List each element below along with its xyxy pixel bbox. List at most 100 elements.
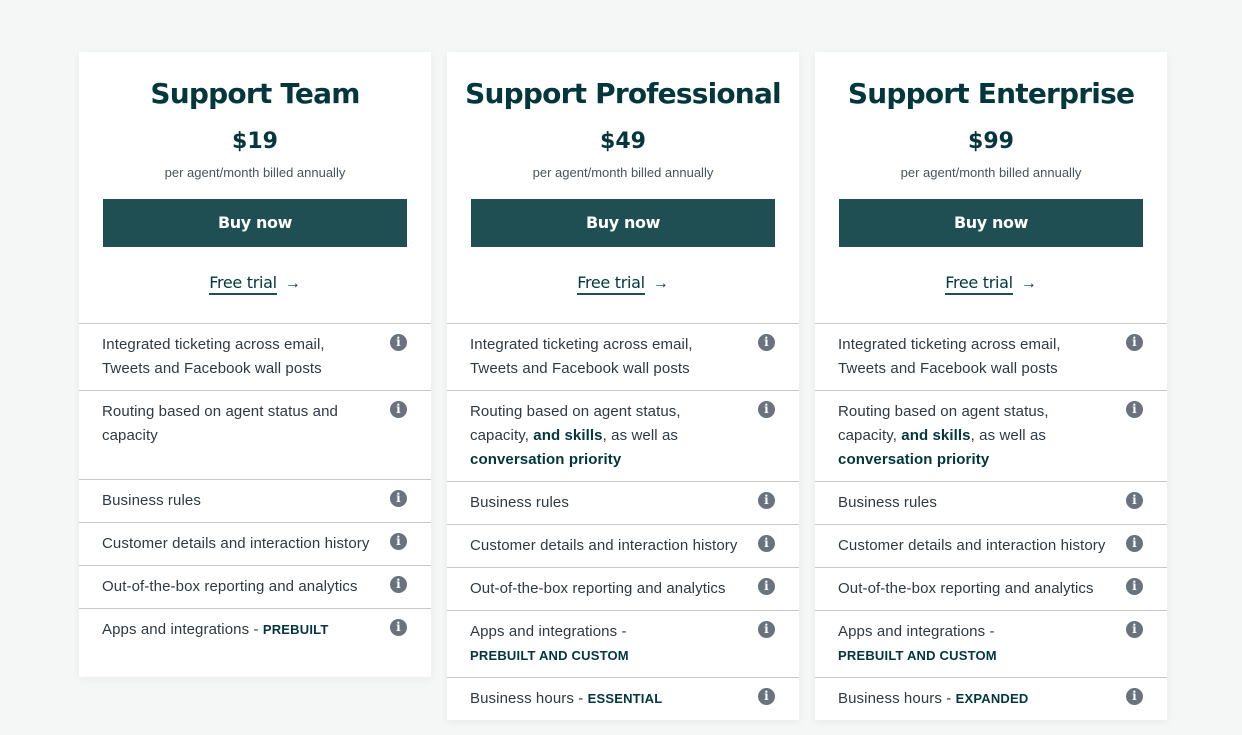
feature-text: Business hours - [838, 690, 956, 707]
info-icon[interactable]: i [1126, 578, 1143, 595]
plan-header: Support Professional $49 per agent/month… [447, 52, 799, 323]
info-icon[interactable]: i [1126, 334, 1143, 351]
feature-item: Business hours - ESSENTIAL i [447, 678, 799, 720]
plan-card-support-team: Support Team $19 per agent/month billed … [79, 52, 431, 677]
plan-header: Support Team $19 per agent/month billed … [79, 52, 431, 323]
free-trial: Free trial → [815, 273, 1167, 323]
feature-item: Integrated ticketing across email, Tweet… [815, 324, 1167, 391]
feature-text: Business hours - [470, 690, 588, 707]
feature-item: Customer details and interaction history… [815, 525, 1167, 568]
info-icon[interactable]: i [758, 688, 775, 705]
free-trial: Free trial → [447, 273, 799, 323]
arrow-right-icon[interactable]: → [653, 275, 669, 292]
feature-item: Routing based on agent status, capacity,… [815, 391, 1167, 482]
info-icon[interactable]: i [1126, 492, 1143, 509]
info-icon[interactable]: i [758, 621, 775, 638]
feature-text: Integrated ticketing across email, Tweet… [470, 336, 693, 377]
feature-item: Out-of-the-box reporting and analytics i [447, 568, 799, 611]
feature-item: Routing based on agent status and capaci… [79, 391, 431, 480]
plan-title: Support Enterprise [847, 77, 1135, 110]
buy-now-button[interactable]: Buy now [839, 199, 1143, 247]
feature-text: Apps and integrations - [102, 621, 263, 638]
feature-item: Out-of-the-box reporting and analytics i [815, 568, 1167, 611]
feature-tier-label: ESSENTIAL [587, 691, 663, 706]
feature-tier-label: PREBUILT AND CUSTOM [838, 648, 997, 663]
feature-list: Integrated ticketing across email, Tweet… [447, 323, 799, 720]
info-icon[interactable]: i [390, 334, 407, 351]
plan-price: $19 [232, 129, 278, 154]
arrow-right-icon[interactable]: → [285, 275, 301, 292]
plan-price: $49 [600, 129, 646, 154]
feature-emphasis: and skills [901, 427, 971, 444]
feature-item: Out-of-the-box reporting and analytics i [79, 566, 431, 609]
feature-item: Apps and integrations - PREBUILT AND CUS… [815, 611, 1167, 678]
feature-item: Business hours - EXPANDED i [815, 678, 1167, 720]
info-icon[interactable]: i [390, 401, 407, 418]
info-icon[interactable]: i [1126, 535, 1143, 552]
feature-text: Business rules [838, 494, 937, 511]
feature-item: Customer details and interaction history… [447, 525, 799, 568]
feature-tier-label: PREBUILT AND CUSTOM [470, 648, 629, 663]
info-icon[interactable]: i [1126, 401, 1143, 418]
feature-item: Business rules i [447, 482, 799, 525]
pricing-plans: Support Team $19 per agent/month billed … [79, 52, 1167, 720]
feature-text: Business rules [102, 492, 201, 509]
plan-billing-note: per agent/month billed annually [532, 165, 714, 180]
plan-title: Support Professional [465, 77, 782, 110]
free-trial-link[interactable]: Free trial [209, 273, 277, 295]
feature-text: Out-of-the-box reporting and analytics [470, 580, 726, 597]
feature-emphasis: conversation priority [470, 451, 622, 468]
info-icon[interactable]: i [390, 490, 407, 507]
feature-text: Business rules [470, 494, 569, 511]
info-icon[interactable]: i [758, 578, 775, 595]
buy-now-button[interactable]: Buy now [103, 199, 407, 247]
feature-item: Customer details and interaction history… [79, 523, 431, 566]
info-icon[interactable]: i [1126, 688, 1143, 705]
feature-text: Out-of-the-box reporting and analytics [102, 578, 358, 595]
info-icon[interactable]: i [758, 401, 775, 418]
feature-item: Integrated ticketing across email, Tweet… [447, 324, 799, 391]
feature-item: Apps and integrations - PREBUILT i [79, 609, 431, 677]
feature-text: Integrated ticketing across email, Tweet… [838, 336, 1061, 377]
plan-card-support-enterprise: Support Enterprise $99 per agent/month b… [815, 52, 1167, 720]
plan-price: $99 [968, 129, 1014, 154]
feature-emphasis: conversation priority [838, 451, 990, 468]
feature-emphasis: and skills [533, 427, 603, 444]
feature-text: Customer details and interaction history [102, 535, 370, 552]
feature-text: , as well as [602, 427, 679, 444]
feature-item: Routing based on agent status, capacity,… [447, 391, 799, 482]
info-icon[interactable]: i [758, 492, 775, 509]
free-trial-link[interactable]: Free trial [945, 273, 1013, 295]
arrow-right-icon[interactable]: → [1021, 275, 1037, 292]
feature-tier-label: EXPANDED [955, 691, 1029, 706]
info-icon[interactable]: i [390, 619, 407, 636]
info-icon[interactable]: i [390, 576, 407, 593]
info-icon[interactable]: i [758, 334, 775, 351]
free-trial-link[interactable]: Free trial [577, 273, 645, 295]
feature-item: Business rules i [815, 482, 1167, 525]
feature-item: Apps and integrations - PREBUILT AND CUS… [447, 611, 799, 678]
info-icon[interactable]: i [758, 535, 775, 552]
feature-list: Integrated ticketing across email, Tweet… [815, 323, 1167, 720]
feature-item: Business rules i [79, 480, 431, 523]
plan-billing-note: per agent/month billed annually [164, 165, 346, 180]
plan-card-support-professional: Support Professional $49 per agent/month… [447, 52, 799, 720]
feature-text: Customer details and interaction history [838, 537, 1106, 554]
feature-text: Apps and integrations - [838, 623, 995, 640]
info-icon[interactable]: i [1126, 621, 1143, 638]
feature-tier-label: PREBUILT [262, 622, 329, 637]
feature-text: Apps and integrations - [470, 623, 627, 640]
feature-text: , as well as [970, 427, 1047, 444]
feature-text: Out-of-the-box reporting and analytics [838, 580, 1094, 597]
plan-header: Support Enterprise $99 per agent/month b… [815, 52, 1167, 323]
free-trial: Free trial → [79, 273, 431, 323]
feature-text: Customer details and interaction history [470, 537, 738, 554]
buy-now-button[interactable]: Buy now [471, 199, 775, 247]
feature-text: Integrated ticketing across email, Tweet… [102, 336, 325, 377]
plan-title: Support Team [150, 77, 360, 110]
info-icon[interactable]: i [390, 533, 407, 550]
feature-text: Routing based on agent status and capaci… [102, 403, 338, 444]
feature-item: Integrated ticketing across email, Tweet… [79, 324, 431, 391]
plan-billing-note: per agent/month billed annually [900, 165, 1082, 180]
feature-list: Integrated ticketing across email, Tweet… [79, 323, 431, 677]
